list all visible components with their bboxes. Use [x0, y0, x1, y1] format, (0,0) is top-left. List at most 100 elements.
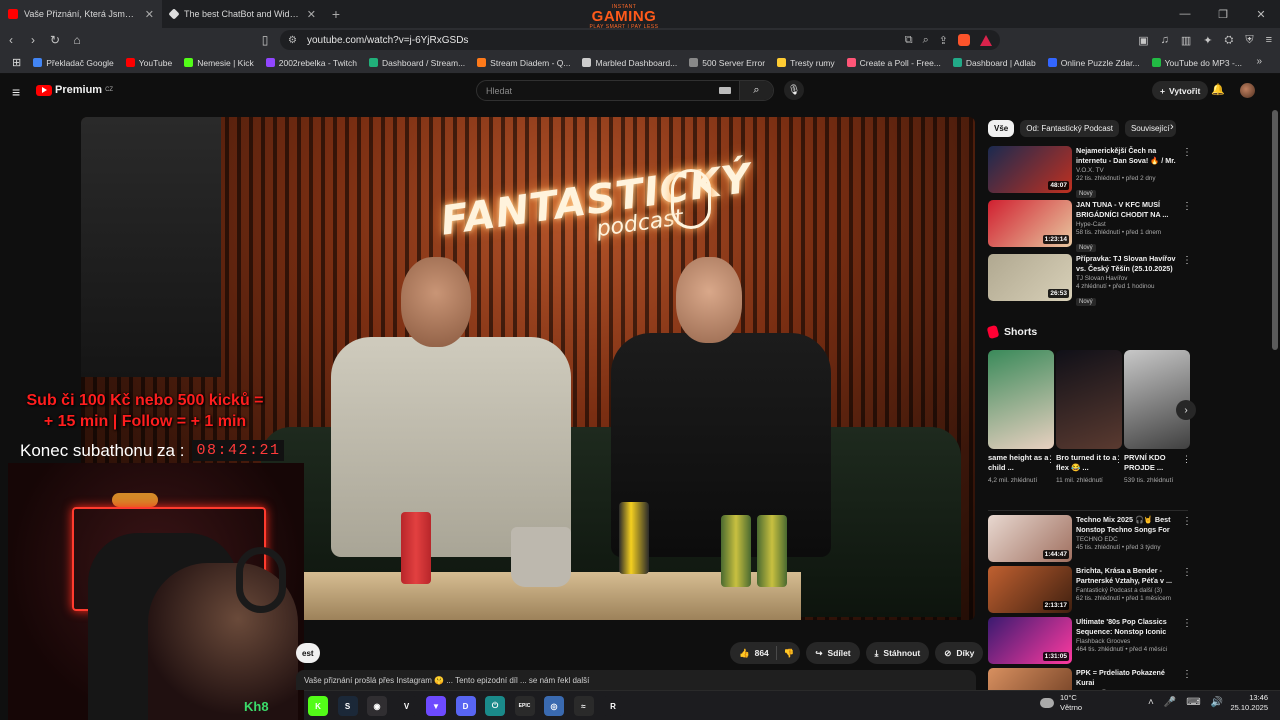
video-thumbnail[interactable]: 1:31:05	[988, 617, 1072, 664]
chevron-right-icon[interactable]: ›	[1170, 121, 1174, 133]
video-title[interactable]: Techno Mix 2025 🎧🤘 Best Nonstop Techno S…	[1076, 515, 1176, 534]
minimize-icon[interactable]: —	[1166, 0, 1204, 28]
bookmark-item[interactable]: 2002rebelka - Twitch	[260, 58, 363, 68]
chevron-up-icon[interactable]: ˄	[1148, 697, 1154, 708]
create-button[interactable]: + Vytvořit	[1152, 81, 1209, 100]
hamburger-menu-icon[interactable]: ≡	[12, 84, 20, 100]
bookmark-item[interactable]: Tresty rumy	[771, 58, 841, 68]
network-icon[interactable]: ⌨	[1186, 697, 1200, 708]
bookmark-item[interactable]: YouTube do MP3 -...	[1146, 58, 1248, 68]
browser-tab-chatbot[interactable]: The best ChatBot and Widgets for Ki ✕	[162, 0, 324, 28]
related-video-item[interactable]: 48:07 Nejamerickější Čech na internetu - …	[988, 146, 1192, 198]
vpn-icon[interactable]: ⛨	[1245, 34, 1253, 47]
extensions-icon[interactable]: ✦	[1203, 34, 1212, 47]
bookmark-item[interactable]: Nemesie | Kick	[178, 58, 260, 68]
video-title[interactable]: Ultimate '80s Pop Classics Sequence: Non…	[1076, 617, 1176, 636]
instant-gaming-logo[interactable]: INSTANT GAMING PLAY SMART | PAY LESS	[588, 4, 660, 30]
share-icon[interactable]: ⇪	[939, 34, 948, 47]
more-options-icon[interactable]: ⋮	[1182, 147, 1192, 158]
video-channel[interactable]: TJ Slovan Havířov	[1076, 275, 1176, 282]
zoom-icon[interactable]: ⌕	[923, 34, 929, 47]
video-thumbnail[interactable]: 1:44:47	[988, 515, 1072, 562]
bookmark-item[interactable]: Stream Diadem - Q...	[471, 58, 576, 68]
kick-taskbar-icon[interactable]: K	[308, 696, 328, 716]
steam-taskbar-icon[interactable]: S	[337, 696, 358, 716]
close-window-icon[interactable]: ✕	[1242, 0, 1280, 28]
obs-taskbar-icon[interactable]: ◉	[367, 696, 387, 716]
like-count[interactable]: 864	[755, 648, 769, 658]
video-thumbnail[interactable]: 26:53	[988, 254, 1072, 301]
avatar[interactable]	[1240, 83, 1255, 98]
filter-chip[interactable]: Vše	[988, 120, 1015, 137]
dislike-icon[interactable]: 👎	[784, 648, 795, 659]
related-video-item[interactable]: 1:31:05 Ultimate '80s Pop Classics Sequen…	[988, 617, 1192, 665]
close-tab-icon[interactable]: ✕	[145, 8, 154, 21]
short-title[interactable]: same height as a child ...	[988, 453, 1054, 473]
notifications-icon[interactable]: 🔔	[1211, 83, 1225, 96]
proton-taskbar-icon[interactable]: ▼	[426, 696, 446, 716]
related-video-item[interactable]: 2:13:17 Brichta, Krása a Bender - Partner…	[988, 566, 1192, 614]
puzzle-icon[interactable]: ⛭	[1225, 34, 1234, 47]
video-channel[interactable]: V.O.X. TV	[1076, 167, 1176, 174]
short-item[interactable]: Bro turned it to a flex 😂 ... 11 mil. zhl…	[1056, 350, 1123, 485]
share-button[interactable]: ↪ Sdílet	[806, 642, 860, 664]
new-tab-button[interactable]: +	[324, 6, 348, 22]
more-options-icon[interactable]: ⋮	[1182, 201, 1192, 212]
search-input[interactable]	[477, 81, 719, 100]
subscribe-chip[interactable]: est	[296, 643, 320, 663]
download-button[interactable]: ⤓ Stáhnout	[865, 642, 930, 664]
youtube-premium-logo[interactable]: Premium CZ	[36, 84, 113, 96]
video-title[interactable]: JAN TUNA - V KFC MUSÍ BRIGÁDNÍCI CHODIT …	[1076, 200, 1176, 219]
video-thumbnail[interactable]: 1:23:14	[988, 200, 1072, 247]
bookmark-item[interactable]: 500 Server Error	[683, 58, 771, 68]
maximize-icon[interactable]: ❐	[1204, 0, 1242, 28]
description-box[interactable]: Vaše přiznání prošlá přes Instagram 🤫 ..…	[296, 670, 976, 690]
microphone-icon[interactable]: 🎤	[1164, 697, 1176, 708]
short-title[interactable]: Bro turned it to a flex 😂 ...	[1056, 453, 1122, 473]
stream-taskbar-icon[interactable]: ≈	[573, 696, 594, 716]
video-channel[interactable]: Hype-Cast	[1076, 221, 1176, 228]
video-title[interactable]: Nejamerickější Čech na internetu - Dan S…	[1076, 146, 1176, 165]
video-title[interactable]: Brichta, Krása a Bender - Partnerské Vzt…	[1076, 566, 1176, 585]
wallet-icon[interactable]: ▣	[1138, 34, 1148, 47]
shorts-next-icon[interactable]: ›	[1176, 400, 1196, 420]
search-button[interactable]: ⌕	[739, 81, 773, 100]
related-video-item[interactable]: 26:53 Přípravka: TJ Slovan Havířov vs. Če…	[988, 254, 1192, 306]
short-thumbnail[interactable]	[1056, 350, 1122, 449]
riot-taskbar-icon[interactable]: R	[603, 696, 623, 716]
reload-icon[interactable]: ↻	[44, 29, 66, 51]
filter-chip[interactable]: Od: Fantastický Podcast	[1020, 120, 1119, 137]
url-text[interactable]: youtube.com/watch?v=j-6YjRxGSDs	[307, 35, 468, 46]
thanks-button[interactable]: ⊘ Díky	[935, 642, 984, 664]
bookmark-icon[interactable]: ▯	[254, 29, 276, 51]
bookmarks-more-icon[interactable]: »	[1256, 56, 1262, 67]
power-taskbar-icon[interactable]: ⏻	[485, 696, 505, 716]
page-scrollbar[interactable]	[1272, 110, 1278, 350]
video-channel[interactable]: Fantastický Podcast a další (3)	[1076, 587, 1176, 594]
app-taskbar-icon[interactable]: ◎	[544, 696, 564, 716]
short-title[interactable]: PRVNÍ KDO PROJDE ...	[1124, 453, 1190, 473]
sidebar-icon[interactable]: ▥	[1181, 34, 1191, 47]
keyboard-icon[interactable]	[719, 87, 731, 94]
like-icon[interactable]: 👍	[739, 648, 750, 659]
address-bar[interactable]: ⚙ youtube.com/watch?v=j-6YjRxGSDs ⧉ ⌕ ⇪	[280, 30, 1000, 50]
taskbar-clock[interactable]: 13:46 25.10.2025	[1228, 693, 1268, 713]
menu-icon[interactable]: ≡	[1266, 34, 1272, 46]
browser-tab-youtube[interactable]: Vaše Přiznání, Která Jsme Nemě ✕	[0, 0, 162, 28]
bookmark-item[interactable]: Create a Poll - Free...	[841, 58, 947, 68]
media-icon[interactable]: ♫	[1161, 34, 1169, 46]
video-channel[interactable]: TECHNO EDC	[1076, 536, 1176, 543]
close-tab-icon[interactable]: ✕	[307, 8, 316, 21]
bookmark-item[interactable]: Online Puzzle Zdar...	[1042, 58, 1146, 68]
bookmark-item[interactable]: YouTube	[120, 58, 178, 68]
filter-chip[interactable]: Související	[1124, 120, 1176, 137]
home-icon[interactable]: ⌂	[66, 29, 88, 51]
video-thumbnail[interactable]: 2:13:17	[988, 566, 1072, 613]
more-options-icon[interactable]: ⋮	[1182, 454, 1191, 465]
bookmark-item[interactable]: Dashboard | Adlab	[947, 58, 1042, 68]
discord-taskbar-icon[interactable]: D	[455, 696, 476, 716]
video-title[interactable]: Přípravka: TJ Slovan Havířov vs. Český T…	[1076, 254, 1176, 273]
forward-icon[interactable]: ›	[22, 29, 44, 51]
volume-icon[interactable]: 🔊	[1211, 697, 1223, 708]
video-thumbnail[interactable]: 48:07	[988, 146, 1072, 193]
